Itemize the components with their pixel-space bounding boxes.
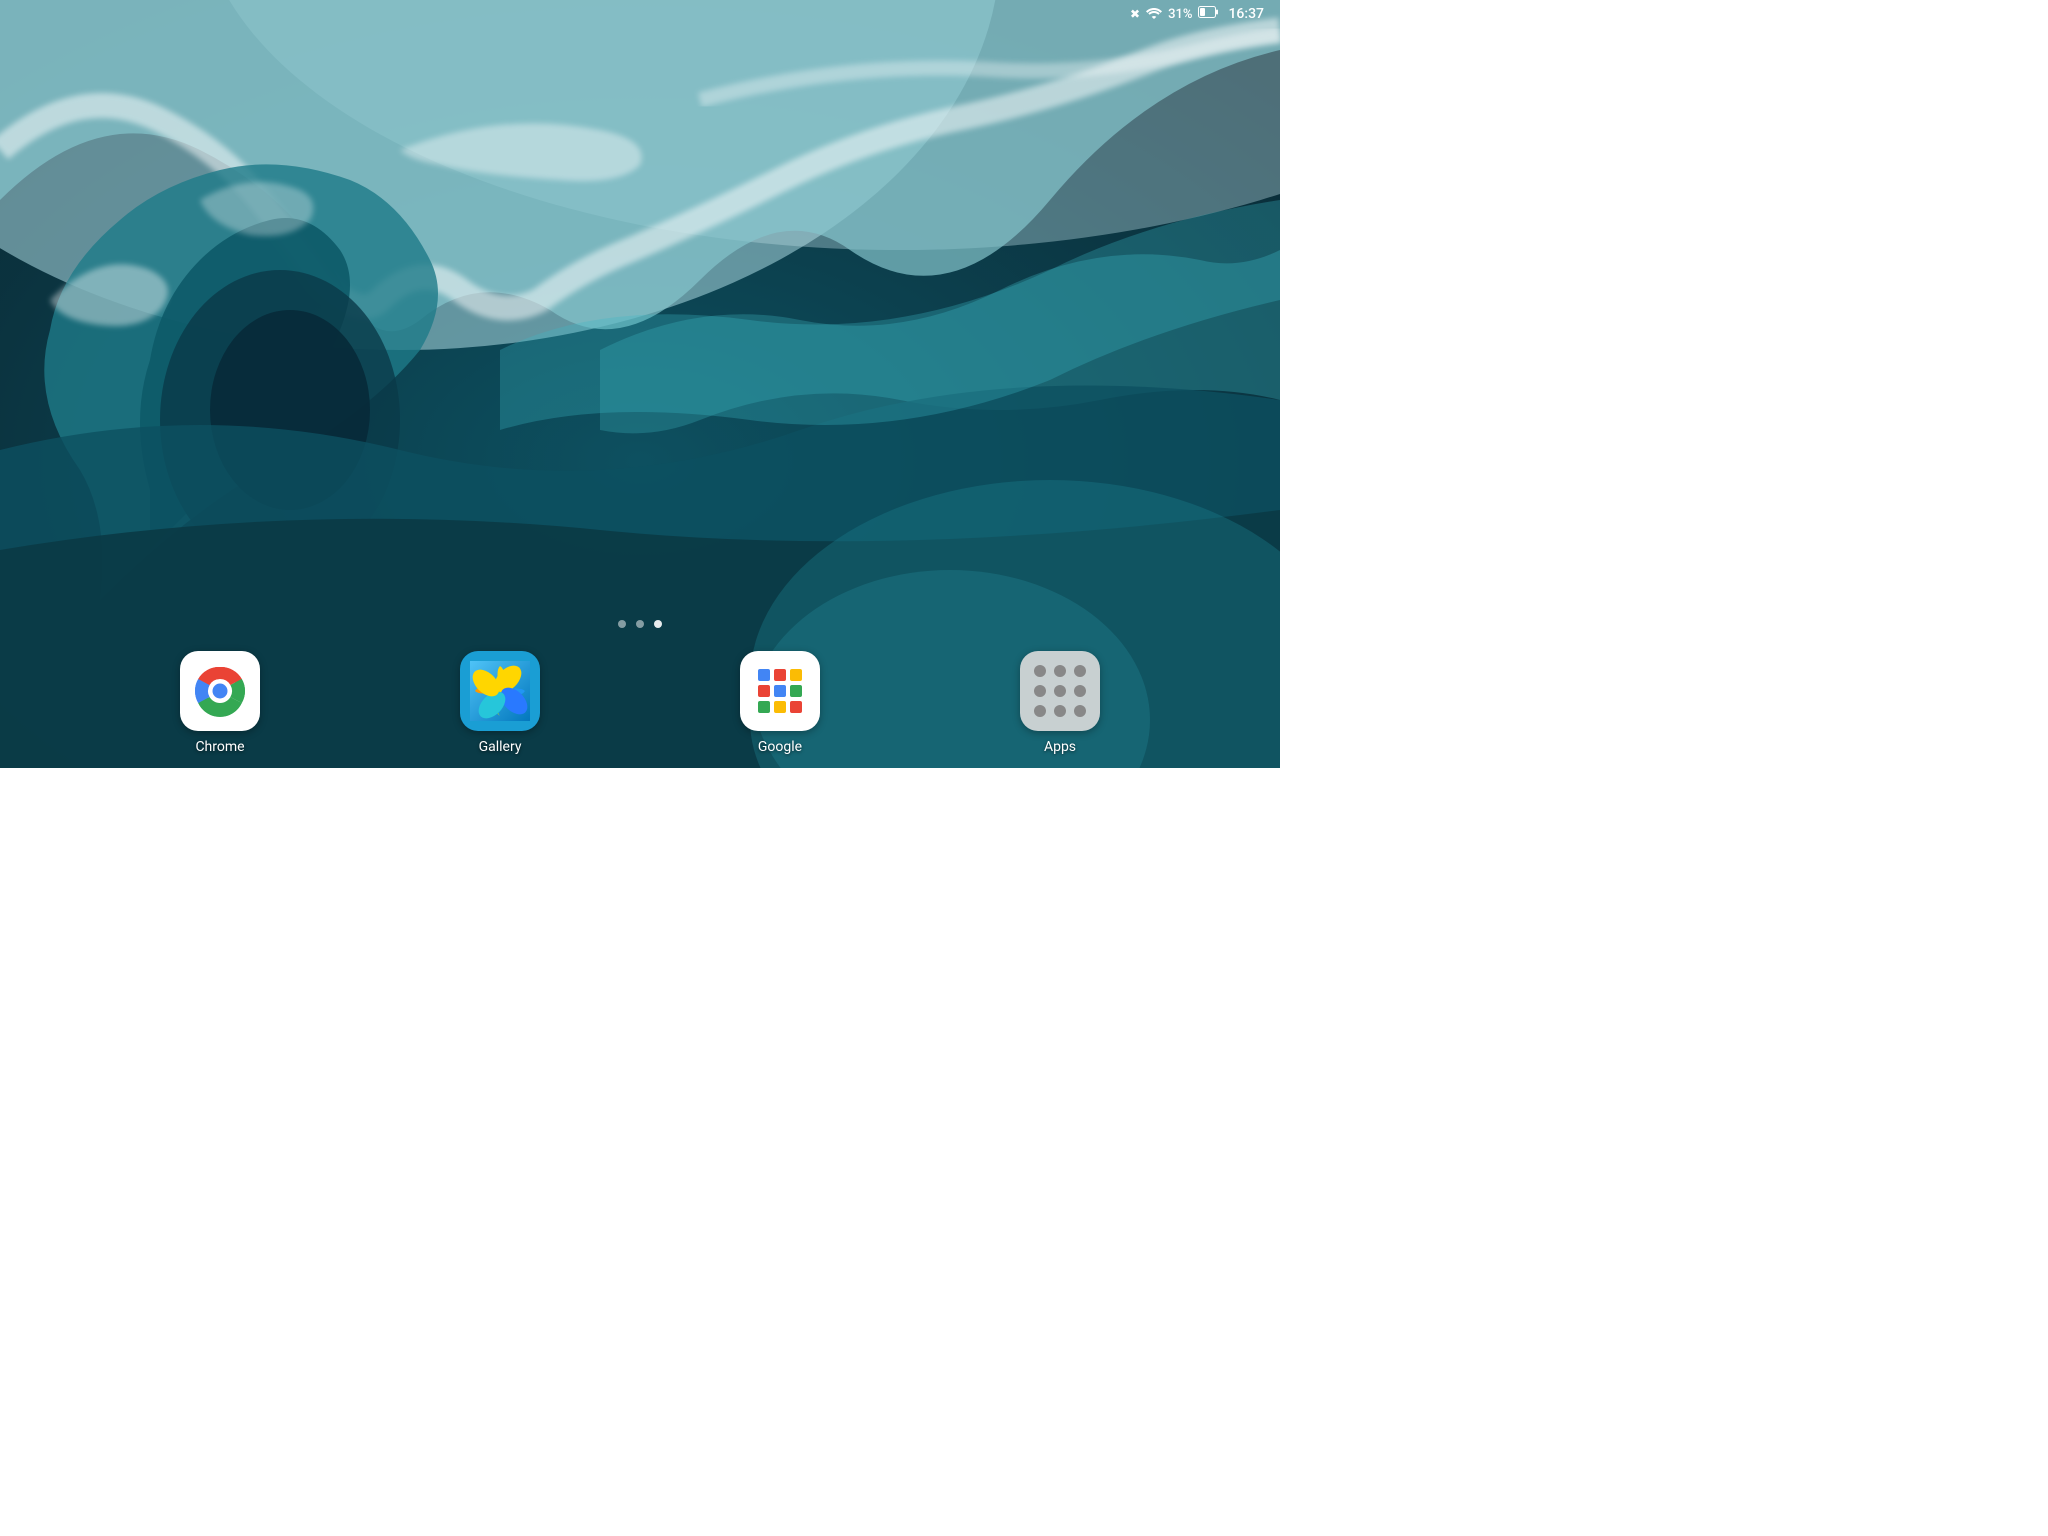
chrome-label: Chrome xyxy=(195,739,244,755)
apps-grid xyxy=(1022,653,1098,729)
page-dot-3[interactable] xyxy=(654,620,662,628)
app-chrome[interactable]: Chrome xyxy=(180,651,260,755)
apps-label: Apps xyxy=(1044,739,1076,755)
apps-dot-3 xyxy=(1074,665,1086,677)
gallery-label: Gallery xyxy=(479,739,522,755)
apps-dot-5 xyxy=(1054,685,1066,697)
page-dot-2[interactable] xyxy=(636,620,644,628)
bluetooth-icon: ✖ xyxy=(1130,7,1140,21)
apps-dot-6 xyxy=(1074,685,1086,697)
page-indicators xyxy=(618,620,662,628)
wifi-icon xyxy=(1146,7,1162,22)
apps-dot-8 xyxy=(1054,705,1066,717)
google-label: Google xyxy=(758,739,802,755)
gallery-icon xyxy=(460,651,540,731)
battery-percent: 31% xyxy=(1168,7,1192,22)
chrome-icon xyxy=(180,651,260,731)
apps-dot-7 xyxy=(1034,705,1046,717)
time-display: 16:37 xyxy=(1228,6,1264,22)
app-gallery[interactable]: Gallery xyxy=(460,651,540,755)
apps-icon xyxy=(1020,651,1100,731)
battery-icon xyxy=(1198,6,1218,22)
page-dot-1[interactable] xyxy=(618,620,626,628)
apps-dot-1 xyxy=(1034,665,1046,677)
status-bar: ✖ 31% 16:37 xyxy=(0,0,1280,28)
status-icons: ✖ 31% 16:37 xyxy=(1130,6,1264,22)
app-apps[interactable]: Apps xyxy=(1020,651,1100,755)
apps-dot-2 xyxy=(1054,665,1066,677)
google-icon xyxy=(740,651,820,731)
apps-dot-9 xyxy=(1074,705,1086,717)
dock: Chrome xyxy=(0,638,1280,768)
app-google[interactable]: Google xyxy=(740,651,820,755)
apps-dot-4 xyxy=(1034,685,1046,697)
